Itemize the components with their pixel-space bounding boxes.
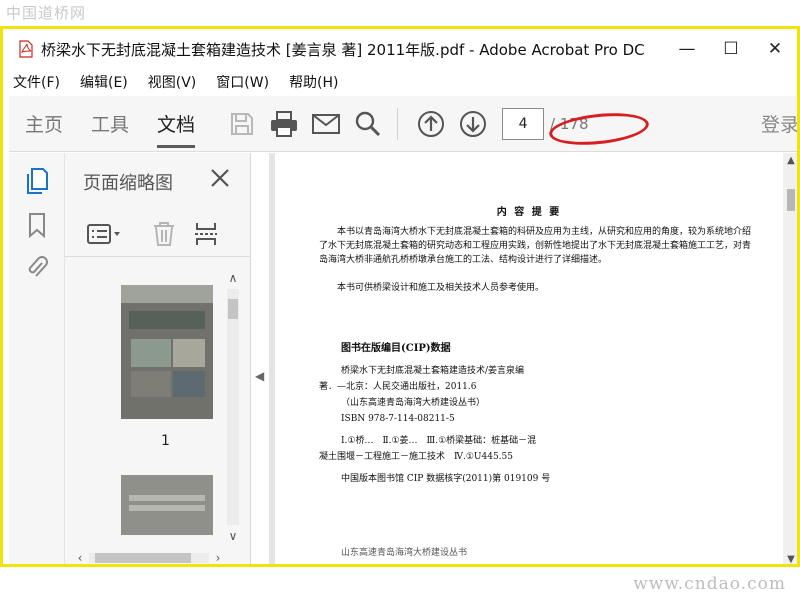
email-icon[interactable]: [307, 105, 345, 143]
bookmark-icon[interactable]: [23, 211, 51, 239]
search-icon[interactable]: [349, 105, 387, 143]
previous-page-icon[interactable]: [412, 105, 450, 143]
watermark-bottom: www.cndao.com: [633, 574, 786, 594]
menu-window[interactable]: 窗口(W): [216, 72, 269, 92]
cip-line: （山东高速青岛海湾大桥建设丛书）: [341, 398, 486, 408]
maximize-button[interactable]: ☐: [709, 29, 753, 69]
thumbnail-vertical-scrollbar[interactable]: ∧ ∨: [223, 269, 243, 545]
thumbnail-list: 1: [65, 263, 235, 535]
thumbnail-page-1[interactable]: [121, 285, 213, 419]
tab-tools[interactable]: 工具: [91, 96, 129, 152]
title-bar: 桥梁水下无封底混凝土套箱建造技术 [姜言泉 著] 2011年版.pdf - Ad…: [3, 29, 797, 69]
window-title: 桥梁水下无封底混凝土套箱建造技术 [姜言泉 著] 2011年版.pdf - Ad…: [41, 40, 645, 59]
cip-line: 桥梁水下无封底混凝土套箱建造技术/姜言泉编: [341, 366, 525, 376]
scroll-up-icon[interactable]: ∧: [223, 269, 243, 287]
menu-bar: 文件(F) 编辑(E) 视图(V) 窗口(W) 帮助(H): [3, 69, 797, 95]
menu-help[interactable]: 帮助(H): [289, 72, 338, 92]
cip-line: 中国版本图书馆 CIP 数据核字(2011)第 019109 号: [341, 474, 551, 484]
print-icon[interactable]: [265, 105, 303, 143]
pdf-file-icon: [19, 40, 33, 58]
toolbar: 主页 工具 文档 4 / 178 登录: [9, 96, 797, 152]
scroll-thumb-horizontal[interactable]: [95, 553, 191, 563]
acrobat-window: 桥梁水下无封底混凝土套箱建造技术 [姜言泉 著] 2011年版.pdf - Ad…: [0, 26, 800, 567]
attachment-icon[interactable]: [23, 253, 51, 281]
tab-document[interactable]: 文档: [157, 96, 196, 152]
scroll-thumb[interactable]: [228, 299, 238, 319]
login-button[interactable]: 登录: [761, 110, 797, 137]
cip-footer: 山东高速青岛海湾大桥建设丛书: [341, 548, 468, 558]
scroll-down-icon[interactable]: ∨: [223, 527, 243, 545]
page-number-input[interactable]: 4: [502, 107, 545, 140]
document-page: 内 容 提 要 本书以青岛海湾大桥水下无封底混凝土套箱的科研及应用为主线，从研究…: [275, 153, 783, 564]
watermark-top: 中国道桥网: [6, 4, 87, 22]
minimize-button[interactable]: —: [665, 29, 709, 69]
document-scrollbar[interactable]: ▲ ▼: [783, 153, 797, 564]
document-paragraph: 本书以青岛海湾大桥水下无封底混凝土套箱的科研及应用为主线，从研究和应用的角度，较…: [319, 227, 752, 265]
menu-view[interactable]: 视图(V): [148, 72, 197, 92]
save-icon[interactable]: [223, 105, 261, 143]
menu-file[interactable]: 文件(F): [13, 72, 60, 92]
navigation-rail: [9, 153, 65, 564]
panel-toolbar: [65, 211, 251, 257]
doc-scroll-up-icon[interactable]: ▲: [783, 155, 797, 166]
cip-line: Ⅰ.①桥… Ⅱ.①姜… Ⅲ.①桥梁基础：桩基础－混: [341, 436, 537, 446]
doc-scroll-thumb[interactable]: [787, 189, 795, 211]
collapse-panel-icon[interactable]: ◀: [255, 369, 264, 383]
cip-title: 图书在版编目(CIP)数据: [341, 343, 451, 354]
tab-home[interactable]: 主页: [25, 96, 63, 152]
thumbnail-horizontal-scrollbar[interactable]: ‹ ›: [71, 549, 227, 564]
panel-title: 页面缩略图: [83, 173, 173, 194]
document-paragraph: 本书可供桥梁设计和施工及相关技术人员参考使用。: [337, 283, 545, 293]
insert-page-icon[interactable]: [187, 215, 225, 253]
cip-line: 著．—北京：人民交通出版社，2011.6: [319, 382, 477, 392]
close-button[interactable]: ✕: [753, 29, 797, 69]
menu-edit[interactable]: 编辑(E): [80, 72, 128, 92]
doc-scroll-down-icon[interactable]: ▼: [783, 554, 797, 564]
document-heading: 内 容 提 要: [496, 207, 562, 218]
page-thumbnails-icon[interactable]: [23, 167, 51, 195]
cip-line: 凝土围堰－工程施工－施工技术 Ⅳ.①U445.55: [319, 452, 513, 462]
thumbnails-panel: 页面缩略图 1 ∧ ∨ ‹ ›: [65, 153, 251, 564]
cip-block: 桥梁水下无封底混凝土套箱建造技术/姜言泉编 著．—北京：人民交通出版社，2011…: [319, 363, 759, 561]
scroll-left-icon[interactable]: ‹: [71, 549, 89, 564]
cip-line: ISBN 978-7-114-08211-5: [341, 414, 455, 424]
close-icon[interactable]: [205, 163, 235, 193]
toolbar-separator: [397, 107, 399, 140]
scroll-right-icon[interactable]: ›: [209, 549, 227, 564]
thumbnail-options-icon[interactable]: [83, 215, 125, 253]
document-viewer: 内 容 提 要 本书以青岛海湾大桥水下无封底混凝土套箱的科研及应用为主线，从研究…: [269, 153, 797, 564]
delete-page-icon[interactable]: [145, 215, 183, 253]
next-page-icon[interactable]: [454, 105, 492, 143]
thumbnail-page-2[interactable]: [121, 475, 213, 535]
thumbnail-label: 1: [161, 433, 170, 449]
